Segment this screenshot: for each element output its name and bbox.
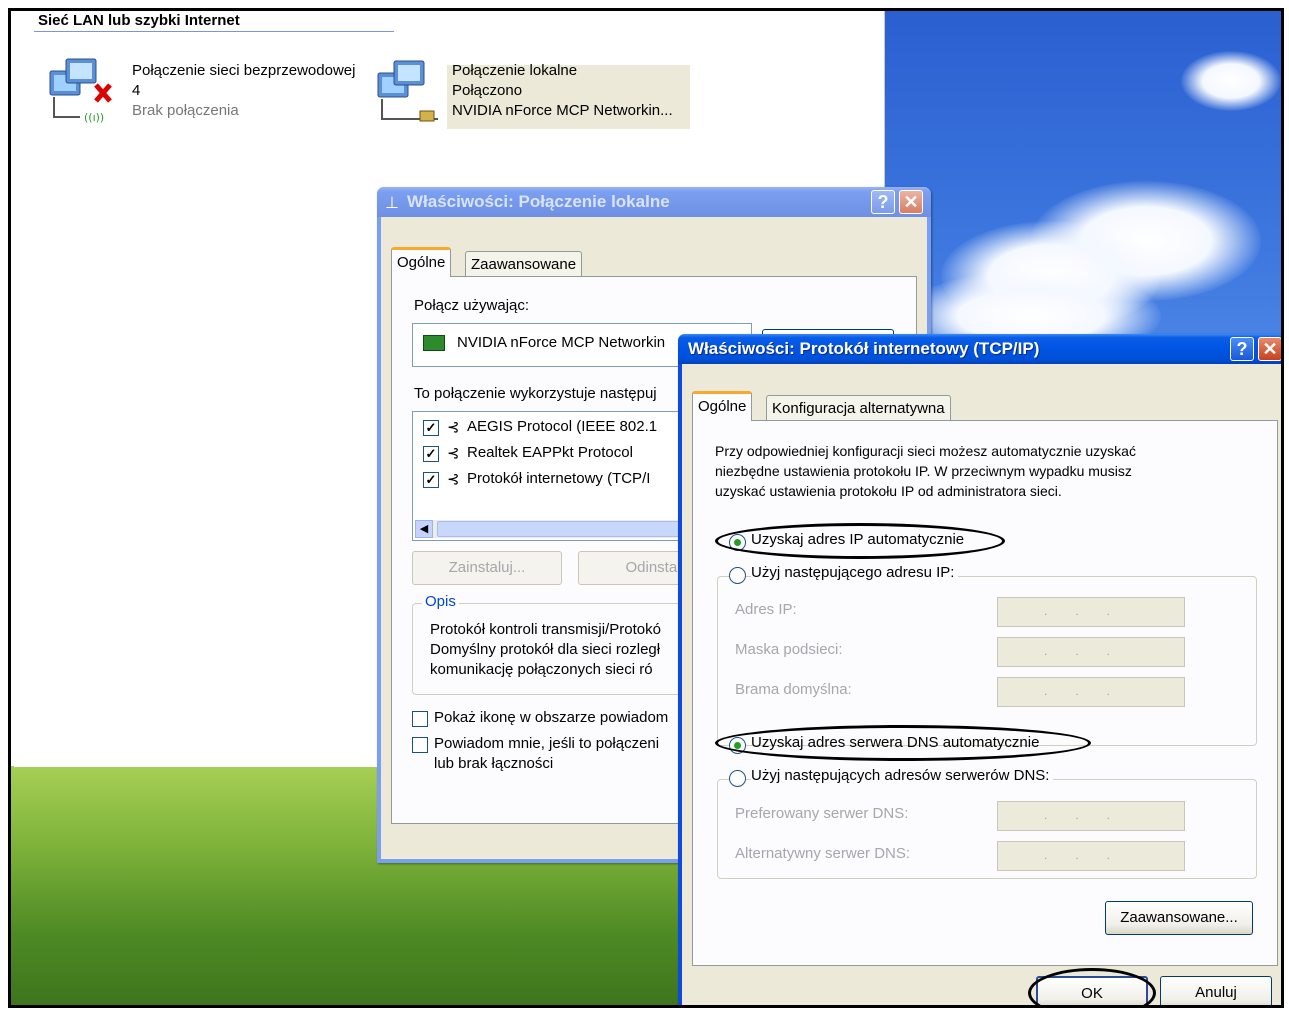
adapter-name: NVIDIA nForce MCP Networkin (457, 334, 666, 351)
uses-items-label: To połączenie wykorzystuje następuj (414, 385, 657, 402)
subnet-mask-field[interactable]: ... (997, 637, 1185, 667)
description-line: komunikację połączonych sieci ró (430, 661, 653, 678)
ip-manual-label: Użyj następującego adresu IP: (751, 564, 959, 581)
lan-dialog-title: Właściwości: Połączenie lokalne (407, 192, 670, 211)
alternate-dns-label: Alternatywny serwer DNS: (735, 845, 911, 862)
close-button[interactable]: ✕ (1258, 337, 1281, 361)
help-button[interactable]: ? (1230, 337, 1254, 361)
checkbox-checked[interactable]: ✓ (423, 420, 439, 436)
protocol-icon: ⊰ (447, 471, 460, 488)
highlight-ellipse (715, 725, 1091, 761)
default-gateway-label: Brama domyślna: (735, 681, 852, 698)
svg-text:((ı)): ((ı)) (84, 111, 104, 124)
cancel-button[interactable]: Anuluj (1160, 976, 1272, 1005)
highlight-ellipse (1028, 968, 1156, 1005)
preferred-dns-field[interactable]: ... (997, 801, 1185, 831)
show-icon-checkbox[interactable] (412, 711, 428, 727)
description-line: Protokół kontroli transmisji/Protokó (430, 621, 661, 638)
connection-status: Brak połączenia (132, 102, 239, 119)
close-button[interactable]: ✕ (899, 190, 923, 214)
install-button[interactable]: Zainstaluj... (412, 551, 562, 585)
description-line: Domyślny protokół dla sieci rozległ (430, 641, 661, 658)
alternate-dns-field[interactable]: ... (997, 841, 1185, 871)
network-card-icon (423, 335, 445, 351)
protocol-icon: ⊰ (447, 419, 460, 436)
tcpip-general-panel: Przy odpowiedniej konfiguracji sieci moż… (692, 420, 1278, 966)
tcpip-dialog-client: Ogólne Konfiguracja alternatywna Przy od… (682, 364, 1281, 1005)
item-label: Protokół internetowy (TCP/I (467, 470, 651, 487)
tcpip-dialog-titlebar[interactable]: Właściwości: Protokół internetowy (TCP/I… (678, 334, 1281, 364)
description-group-label: Opis (422, 593, 459, 610)
tcpip-properties-dialog: Właściwości: Protokół internetowy (TCP/I… (678, 334, 1281, 1005)
checkbox-checked[interactable]: ✓ (423, 472, 439, 488)
intro-text-line: niezbędne ustawienia protokołu IP. W prz… (715, 463, 1132, 479)
intro-text-line: Przy odpowiedniej konfiguracji sieci moż… (715, 443, 1136, 459)
connection-item-lan[interactable]: Połączenie lokalne Połączono NVIDIA nFor… (374, 57, 694, 137)
protocol-icon: ⊰ (447, 445, 460, 462)
screenshot-frame: Sieć LAN lub szybki Internet ((ı)) Połąc… (8, 8, 1284, 1008)
show-icon-label: Pokaż ikonę w obszarze powiadom (434, 709, 669, 726)
dns-manual-radio[interactable] (729, 770, 746, 787)
preferred-dns-label: Preferowany serwer DNS: (735, 805, 909, 822)
notify-checkbox[interactable] (412, 737, 428, 753)
cloud-shape (1181, 51, 1281, 111)
ip-manual-radio[interactable] (729, 567, 746, 584)
intro-text-line: uzyskać ustawienia protokołu IP od admin… (715, 483, 1062, 499)
tab-general[interactable]: Ogólne (692, 391, 753, 421)
connection-line2: 4 (132, 82, 141, 99)
dns-manual-label: Użyj następujących adresów serwerów DNS: (751, 767, 1054, 784)
network-plug-icon: ⊥ (385, 195, 399, 212)
wireless-network-disconnected-icon: ((ı)) (49, 58, 112, 124)
notify-label: Powiadom mnie, jeśli to połączeni (434, 735, 660, 752)
ip-address-label: Adres IP: (735, 601, 797, 618)
tcpip-dialog-title: Właściwości: Protokół internetowy (TCP/I… (688, 339, 1040, 358)
item-label: Realtek EAPPkt Protocol (467, 444, 633, 461)
connection-name: Połączenie lokalne (452, 62, 578, 79)
notify-label-continued: lub brak łączności (434, 755, 554, 772)
lan-dialog-titlebar[interactable]: ⊥ Właściwości: Połączenie lokalne ? ✕ (377, 187, 931, 217)
help-button[interactable]: ? (871, 190, 895, 214)
advanced-button[interactable]: Zaawansowane... (1105, 901, 1253, 935)
connection-name: Połączenie sieci bezprzewodowej (132, 62, 356, 79)
section-divider (34, 31, 394, 32)
section-header: Sieć LAN lub szybki Internet (38, 12, 240, 29)
connection-item-wireless[interactable]: ((ı)) Połączenie sieci bezprzewodowej 4 … (44, 57, 374, 137)
tab-advanced[interactable]: Zaawansowane (465, 251, 583, 277)
connection-status: NVIDIA nForce MCP Networkin... (452, 102, 673, 119)
scroll-left-arrow-icon[interactable]: ◀ (415, 520, 433, 538)
item-label: AEGIS Protocol (IEEE 802.1 (467, 418, 658, 435)
lan-connection-icon (377, 60, 438, 122)
highlight-ellipse (715, 523, 1005, 559)
tab-alternate-configuration[interactable]: Konfiguracja alternatywna (766, 395, 951, 421)
checkbox-checked[interactable]: ✓ (423, 446, 439, 462)
connect-using-label: Połącz używając: (414, 297, 530, 314)
default-gateway-field[interactable]: ... (997, 677, 1185, 707)
ip-address-field[interactable]: ... (997, 597, 1185, 627)
connection-line2: Połączono (452, 82, 523, 99)
subnet-mask-label: Maska podsieci: (735, 641, 843, 658)
tab-general[interactable]: Ogólne (391, 247, 452, 277)
